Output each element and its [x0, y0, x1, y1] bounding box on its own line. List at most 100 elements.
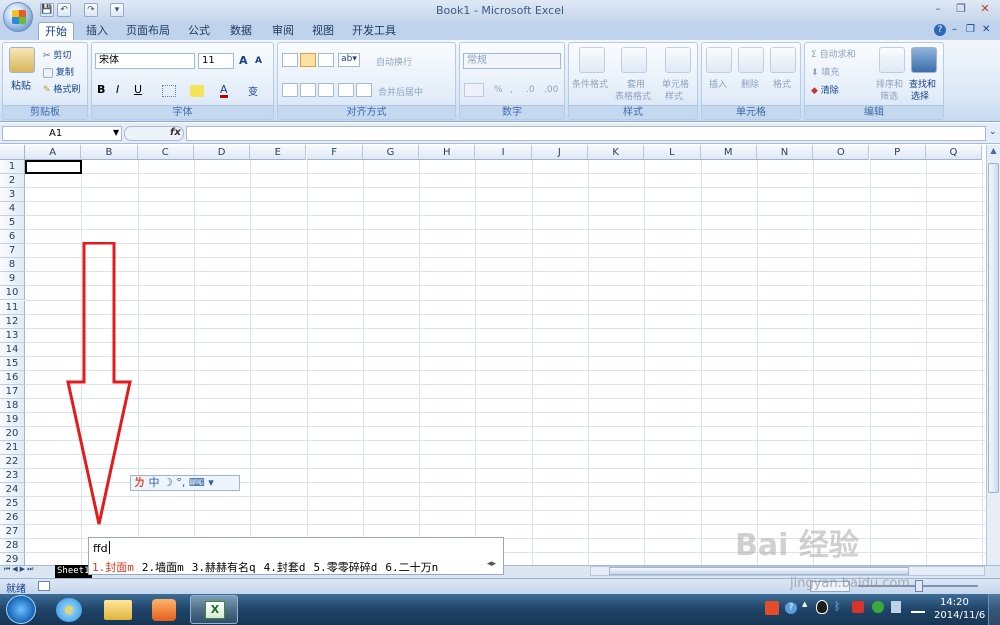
row-header[interactable]: 12 [0, 314, 25, 329]
column-header[interactable]: M [700, 145, 757, 160]
font-size-select[interactable]: 11 [198, 53, 234, 69]
row-header[interactable]: 5 [0, 216, 25, 231]
row-header[interactable]: 9 [0, 272, 25, 287]
copy-button[interactable]: 复制 [43, 65, 74, 78]
fill-color-icon[interactable] [190, 85, 204, 97]
media-player-icon[interactable] [152, 599, 176, 621]
row-header[interactable]: 6 [0, 230, 25, 245]
ime-page-arrows-icon[interactable]: ◂▸ [487, 559, 496, 569]
find-select-button-line2[interactable]: 选择 [911, 89, 929, 102]
paste-button[interactable]: 粘贴 [11, 77, 31, 92]
bluetooth-icon[interactable]: ᛒ [834, 600, 846, 614]
align-top-icon[interactable] [282, 53, 298, 67]
format-as-table-button-line2[interactable]: 表格格式 [615, 89, 651, 102]
ime-candidate[interactable]: 6.二十万n [385, 561, 438, 574]
row-header[interactable]: 2 [0, 174, 25, 189]
align-left-icon[interactable] [282, 83, 298, 97]
insert-cells-button[interactable]: 插入 [709, 77, 727, 90]
insert-function-button[interactable]: fx [170, 127, 181, 138]
format-painter-button[interactable]: ✎ 格式刷 [43, 82, 80, 95]
column-header[interactable]: K [588, 145, 645, 160]
help-icon[interactable]: ? [934, 24, 946, 36]
ime-candidate[interactable]: 4.封套d [264, 561, 306, 574]
italic-button[interactable]: I [116, 83, 119, 96]
sort-filter-button-line2[interactable]: 筛选 [880, 89, 898, 102]
row-header[interactable]: 11 [0, 300, 25, 315]
select-all-corner[interactable] [0, 145, 25, 160]
row-header[interactable]: 14 [0, 342, 25, 357]
font-name-select[interactable]: 宋体 [95, 53, 195, 69]
column-header[interactable]: N [756, 145, 814, 160]
network-tray-icon[interactable] [911, 602, 925, 613]
row-header[interactable]: 4 [0, 202, 25, 217]
increase-decimal-button[interactable]: .0 [526, 85, 535, 95]
sheet-tab-sheet1[interactable]: Sheet1 [55, 565, 92, 578]
active-cell-a1[interactable] [25, 160, 82, 174]
wrap-text-button[interactable]: 自动换行 [376, 55, 412, 68]
column-header[interactable]: D [193, 145, 251, 160]
tab-data[interactable]: 数据 [224, 22, 258, 40]
ime-toolbar-controls[interactable]: 中 ☽ °, ⌨ ▾ [149, 476, 214, 489]
row-header[interactable]: 18 [0, 398, 25, 413]
column-header[interactable]: G [362, 145, 420, 160]
row-header[interactable]: 1 [0, 160, 25, 174]
cell-styles-button-line2[interactable]: 样式 [665, 89, 683, 102]
column-header[interactable]: P [869, 145, 926, 160]
start-button[interactable] [6, 595, 36, 624]
ime-candidate[interactable]: 3.赫赫有名q [192, 561, 256, 574]
merge-center-button[interactable]: 合并后居中 [378, 85, 423, 98]
office-button[interactable] [3, 2, 33, 32]
row-header[interactable]: 16 [0, 370, 25, 385]
macro-record-icon[interactable] [38, 581, 50, 591]
ribbon-restore-icon[interactable]: ❐ [966, 24, 975, 35]
column-header[interactable]: Q [925, 145, 983, 160]
number-format-select[interactable]: 常规 [463, 53, 561, 69]
horizontal-scroll-thumb[interactable] [609, 567, 909, 575]
tab-developer[interactable]: 开发工具 [346, 22, 402, 40]
ime-candidate[interactable]: 2.墙面m [142, 561, 184, 574]
tab-review[interactable]: 审阅 [266, 22, 300, 40]
decrease-indent-icon[interactable] [338, 83, 354, 97]
help-tray-icon[interactable]: ? [785, 602, 797, 614]
vertical-scroll-thumb[interactable] [988, 163, 999, 493]
vertical-scrollbar[interactable]: ▲ [986, 145, 1000, 565]
border-icon[interactable] [162, 85, 176, 97]
explorer-icon[interactable] [104, 600, 132, 620]
delete-cells-button[interactable]: 删除 [741, 77, 759, 90]
align-bottom-icon[interactable] [318, 53, 334, 67]
excel-taskbar-button[interactable]: X [190, 595, 238, 624]
ribbon-minimize-icon[interactable]: – [952, 24, 957, 35]
row-header[interactable]: 15 [0, 356, 25, 371]
shrink-font-button[interactable]: A [255, 56, 262, 66]
row-header[interactable]: 3 [0, 188, 25, 203]
format-cells-button[interactable]: 格式 [773, 77, 791, 90]
row-header[interactable]: 26 [0, 511, 25, 526]
tab-page-layout[interactable]: 页面布局 [122, 22, 174, 40]
clear-button[interactable]: ◆ 清除 [811, 83, 839, 96]
increase-indent-icon[interactable] [356, 83, 372, 97]
column-header[interactable]: A [25, 145, 82, 160]
column-header[interactable]: J [531, 145, 588, 160]
font-color-button[interactable]: A [220, 83, 228, 98]
fill-button[interactable]: ⬇ 填充 [811, 65, 839, 78]
orientation-icon[interactable]: ab▾ [338, 53, 360, 67]
scroll-up-icon[interactable]: ▲ [988, 146, 999, 157]
cut-button[interactable]: ✂ 剪切 [43, 48, 71, 61]
autosum-button[interactable]: Σ 自动求和 [811, 47, 856, 60]
column-header[interactable]: E [250, 145, 307, 160]
row-header[interactable]: 10 [0, 286, 25, 301]
row-header[interactable]: 19 [0, 412, 25, 427]
row-header[interactable]: 8 [0, 258, 25, 273]
row-header[interactable]: 23 [0, 469, 25, 484]
formula-input[interactable] [186, 126, 986, 141]
ie-icon[interactable]: e [56, 598, 82, 622]
row-header[interactable]: 27 [0, 525, 25, 540]
sheet-nav-arrows-icon[interactable]: ⏮◀▶⏭ [4, 565, 35, 574]
minimize-icon[interactable]: – [930, 3, 946, 15]
show-hidden-icons[interactable]: ▲ [802, 600, 807, 608]
column-header[interactable]: C [137, 145, 194, 160]
ime-candidate-window[interactable]: ffd 1.封面m 2.墙面m 3.赫赫有名q 4.封套d 5.零零碎碎d 6.二十万n … [88, 537, 504, 575]
row-header[interactable]: 22 [0, 455, 25, 470]
tab-home[interactable]: 开始 [38, 22, 74, 41]
name-box[interactable]: A1 [2, 126, 122, 141]
